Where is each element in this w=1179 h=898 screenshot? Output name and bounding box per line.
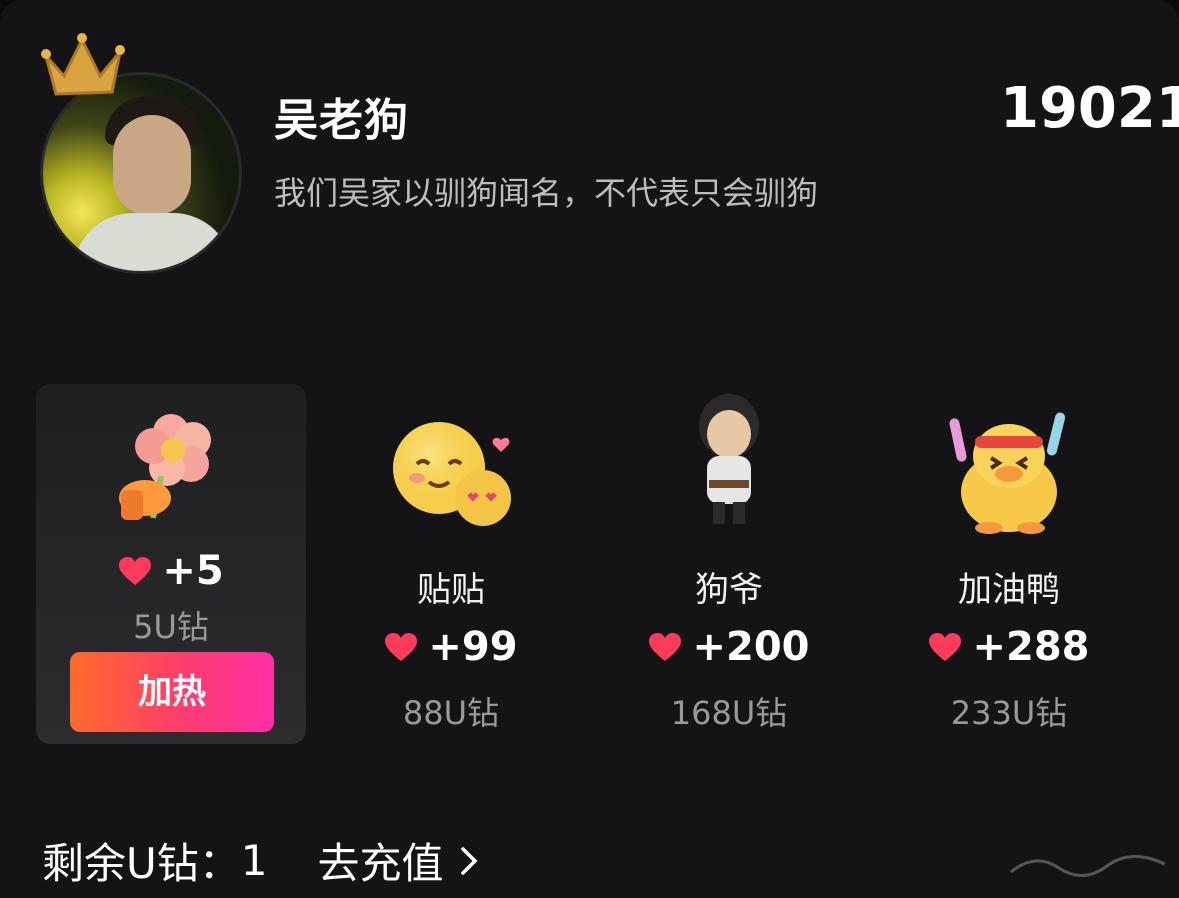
gift-item-gouye[interactable]: 狗爷 +200 168U钻 [594, 384, 864, 744]
balance-footer: 剩余U钻： 1 去充值 [42, 830, 480, 891]
gift-cost: 5U钻 [133, 608, 209, 646]
gift-cost: 88U钻 [402, 694, 500, 732]
gift-panel: 吴老狗 我们吴家以驯狗闻名，不代表只会驯狗 190215 +5 5U钻 加热 [0, 0, 1179, 898]
gift-price: +288 [972, 624, 1090, 670]
avatar-container[interactable] [40, 30, 250, 280]
gift-price-row: +99 [316, 624, 586, 670]
chibi-figure-icon [699, 394, 759, 524]
balance-value: 1 [240, 836, 268, 885]
gift-item-tietie[interactable]: 贴贴 +99 88U钻 [316, 384, 586, 744]
avatar-face [113, 115, 191, 215]
gift-price: +99 [428, 624, 518, 670]
watermark-icon [1010, 854, 1166, 877]
gift-name: 狗爷 [695, 570, 763, 610]
gift-price-row: +200 [594, 624, 864, 670]
gift-name: 加油鸭 [958, 570, 1060, 610]
flower-bouquet-icon [119, 414, 211, 520]
gift-price: +200 [692, 624, 810, 670]
chevron-right-icon [460, 846, 477, 875]
heart-icon [385, 633, 418, 661]
recharge-link[interactable]: 去充值 [317, 830, 479, 891]
gift-price-row: +288 [874, 624, 1144, 670]
balance-label: 剩余U钻： [42, 839, 241, 888]
gift-cost: 168U钻 [670, 694, 788, 732]
heart-icon [649, 633, 682, 661]
gift-item-flower[interactable]: +5 5U钻 加热 [36, 384, 306, 744]
avatar-body [73, 213, 233, 271]
heart-icon [119, 557, 152, 585]
cheering-duck-icon [949, 412, 1066, 534]
gift-name: 贴贴 [417, 570, 485, 610]
gift-price: +5 [162, 548, 224, 594]
cuddling-emoji-icon [393, 422, 511, 526]
gift-item-duck[interactable]: 加油鸭 +288 233U钻 [874, 384, 1144, 744]
gift-cost: 233U钻 [950, 694, 1068, 732]
heart-icon [929, 633, 962, 661]
user-name: 吴老狗 [274, 95, 409, 146]
gift-price-row: +5 [36, 548, 306, 594]
user-bio: 我们吴家以驯狗闻名，不代表只会驯狗 [274, 174, 819, 212]
recharge-label: 去充值 [317, 839, 444, 888]
boost-button[interactable]: 加热 [70, 652, 274, 732]
user-count: 190215 [1000, 76, 1179, 141]
crown-icon [41, 33, 125, 96]
avatar[interactable] [40, 72, 242, 274]
